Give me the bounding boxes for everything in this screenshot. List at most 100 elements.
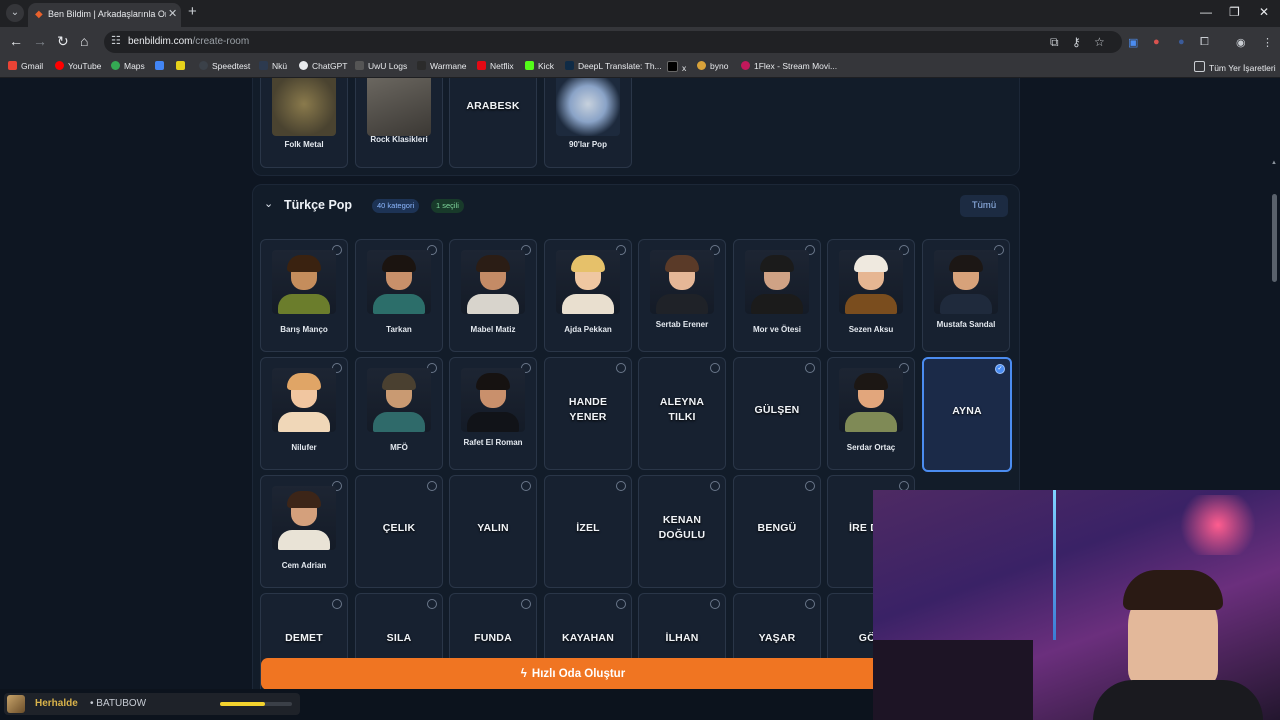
category-card[interactable]: Nilufer xyxy=(260,357,348,470)
section-header[interactable]: ⌄ Türkçe Pop 40 kategori 1 seçili Tümü xyxy=(253,185,1019,225)
artist-name: BATUBOW xyxy=(96,698,147,709)
avatar-hair xyxy=(382,255,416,272)
card-label: ALEYNA TILKI xyxy=(659,396,705,423)
bookmark-chatgpt[interactable]: ChatGPT xyxy=(299,61,347,71)
card-label: Ajda Pekkan xyxy=(564,325,612,334)
url-text[interactable]: benbildim.com/create-room xyxy=(128,36,249,47)
reload-icon[interactable]: ↻ xyxy=(57,33,69,50)
avatar-body xyxy=(845,294,897,314)
bookmark-1flex[interactable]: 1Flex - Stream Movi... xyxy=(741,61,837,71)
tab-search-icon[interactable]: ⌄ xyxy=(6,4,24,22)
artist-avatar xyxy=(745,250,809,314)
bookmark-byno[interactable]: byno xyxy=(697,61,728,71)
category-card-arabesk[interactable]: ARABESK xyxy=(449,78,537,168)
scroll-up-arrow-icon[interactable]: ▲ xyxy=(1271,160,1277,166)
back-icon[interactable]: ← xyxy=(9,33,23,49)
menu-dots-icon[interactable]: ⋮ xyxy=(1262,36,1273,49)
category-card-folk-metal[interactable]: Folk Metal xyxy=(260,78,348,168)
chevron-down-icon[interactable]: ⌄ xyxy=(264,197,273,210)
checkmark-icon[interactable]: ✓ xyxy=(995,364,1005,374)
forward-icon[interactable]: → xyxy=(33,33,47,49)
close-window-icon[interactable]: ✕ xyxy=(1259,5,1269,19)
profile-avatar-icon[interactable]: ◉ xyxy=(1236,36,1246,49)
category-card[interactable]: Mustafa Sandal xyxy=(922,239,1010,352)
close-tab-icon[interactable]: ✕ xyxy=(168,7,177,20)
bookmark-maps[interactable]: Maps xyxy=(111,61,145,71)
bookmark-s[interactable] xyxy=(176,61,189,71)
bookmark-uwu-logs[interactable]: UwU Logs xyxy=(355,61,407,71)
category-card[interactable]: Barış Manço xyxy=(260,239,348,352)
radio-circle-icon[interactable] xyxy=(805,481,815,491)
restore-icon[interactable]: ❐ xyxy=(1229,5,1240,19)
avatar-hair xyxy=(382,373,416,390)
site-info-icon[interactable]: ☷ xyxy=(111,34,121,47)
bookmark-warmane[interactable]: Warmane xyxy=(417,61,467,71)
quick-create-room-button[interactable]: ϟ Hızlı Oda Oluştur xyxy=(261,658,885,690)
category-card-90lar-pop[interactable]: 90'lar Pop xyxy=(544,78,632,168)
bookmark-label: Maps xyxy=(124,61,145,71)
card-label: Mustafa Sandal xyxy=(936,320,996,329)
bookmark-kick[interactable]: Kick xyxy=(525,61,554,71)
category-card[interactable]: MFÖ xyxy=(355,357,443,470)
bookmark-label: Nkü xyxy=(272,61,288,71)
bookmark-deepl[interactable]: DeepL Translate: Th... xyxy=(565,61,662,71)
bookmark-youtube[interactable]: YouTube xyxy=(55,61,101,71)
radio-circle-icon[interactable] xyxy=(616,363,626,373)
all-bookmarks-folder[interactable]: Tüm Yer İşaretleri xyxy=(1194,61,1276,73)
category-card[interactable]: KENAN DOĞULU xyxy=(638,475,726,588)
avatar-hair xyxy=(760,255,794,272)
category-card[interactable]: Cem Adrian xyxy=(260,475,348,588)
address-bar[interactable]: ☷ benbildim.com/create-room ⧉ ⚷ ☆ xyxy=(104,31,1122,53)
page-scrollbar[interactable] xyxy=(1272,194,1277,282)
category-card-rock-klasikleri[interactable]: Rock Klasikleri xyxy=(355,78,443,168)
radio-circle-icon[interactable] xyxy=(710,363,720,373)
category-card[interactable]: Rafet El Roman xyxy=(449,357,537,470)
category-card[interactable]: Tarkan xyxy=(355,239,443,352)
extensions-puzzle-icon[interactable]: ⧠ xyxy=(1200,36,1209,49)
category-card[interactable]: GÜLŞEN xyxy=(733,357,821,470)
bookmark-gmail[interactable]: Gmail xyxy=(8,61,43,71)
avatar-body xyxy=(467,412,519,432)
category-card[interactable]: Serdar Ortaç xyxy=(827,357,915,470)
radio-circle-icon[interactable] xyxy=(805,363,815,373)
category-card[interactable]: ✓ AYNA xyxy=(922,357,1012,472)
select-all-button[interactable]: Tümü xyxy=(960,195,1008,217)
minimize-icon[interactable]: — xyxy=(1200,5,1212,19)
avatar-body xyxy=(278,294,330,314)
category-card[interactable]: YALIN xyxy=(449,475,537,588)
password-key-icon[interactable]: ⚷ xyxy=(1072,35,1081,49)
browser-tab[interactable]: ◆ Ben Bildim | Arkadaşlarınla Onli... ✕ xyxy=(28,3,181,27)
radio-circle-icon[interactable] xyxy=(427,481,437,491)
radio-circle-icon[interactable] xyxy=(616,481,626,491)
category-card[interactable]: İZEL xyxy=(544,475,632,588)
category-card[interactable]: Mabel Matiz xyxy=(449,239,537,352)
extension-icon[interactable]: ● xyxy=(1178,36,1185,48)
new-tab-icon[interactable]: + xyxy=(188,3,197,20)
category-card[interactable]: Sezen Aksu xyxy=(827,239,915,352)
artist-avatar xyxy=(556,250,620,314)
card-label: BENGÜ xyxy=(757,521,797,534)
category-card[interactable]: Mor ve Ötesi xyxy=(733,239,821,352)
category-card[interactable]: BENGÜ xyxy=(733,475,821,588)
home-icon[interactable]: ⌂ xyxy=(80,33,88,49)
category-card[interactable]: Sertab Erener xyxy=(638,239,726,352)
install-app-icon[interactable]: ⧉ xyxy=(1050,35,1059,50)
bookmark-x[interactable]: x xyxy=(667,61,686,73)
bookmark-nku[interactable]: Nkü xyxy=(259,61,287,71)
radio-circle-icon[interactable] xyxy=(521,481,531,491)
category-card[interactable]: HANDE YENER xyxy=(544,357,632,470)
bookmark-speedtest[interactable]: Speedtest xyxy=(199,61,250,71)
category-card[interactable]: ALEYNA TILKI xyxy=(638,357,726,470)
person-shirt xyxy=(1093,680,1263,720)
category-card[interactable]: ÇELIK xyxy=(355,475,443,588)
avatar-body xyxy=(278,530,330,550)
bookmark-netflix[interactable]: Netflix xyxy=(477,61,514,71)
card-label: Rafet El Roman xyxy=(463,438,523,447)
category-card[interactable]: Ajda Pekkan xyxy=(544,239,632,352)
bookmark-star-icon[interactable]: ☆ xyxy=(1094,35,1105,49)
card-label: ÇELIK xyxy=(382,521,416,534)
radio-circle-icon[interactable] xyxy=(710,481,720,491)
extension-badge-icon[interactable]: ● xyxy=(1153,36,1160,48)
bookmark-translate[interactable] xyxy=(155,61,168,71)
translate-extension-icon[interactable]: ▣ xyxy=(1128,36,1138,49)
